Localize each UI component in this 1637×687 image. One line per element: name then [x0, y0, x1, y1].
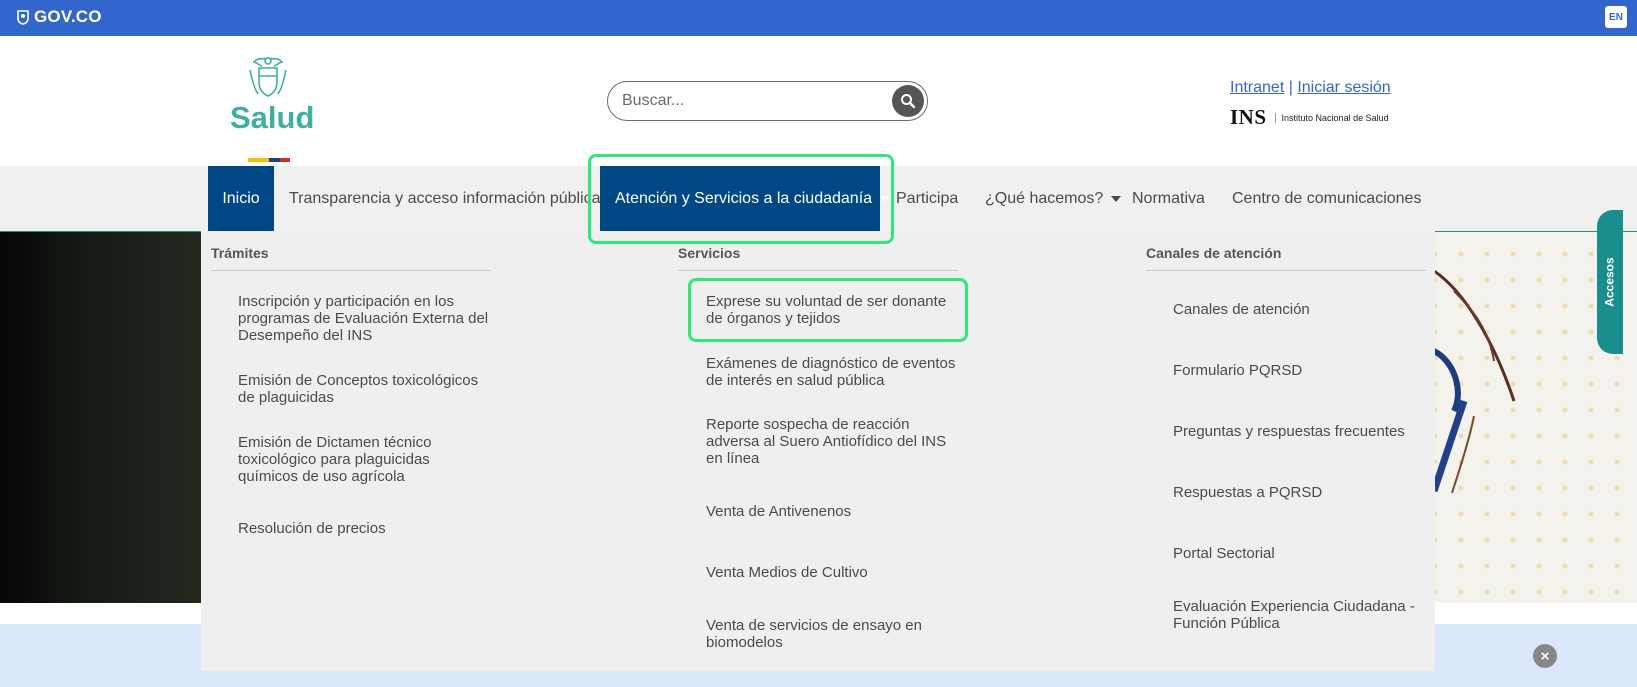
top-links: Intranet | Iniciar sesión	[1230, 79, 1391, 97]
canal-link[interactable]: Evaluación Experiencia Ciudadana - Funci…	[1173, 598, 1428, 632]
nav-inicio[interactable]: Inicio	[208, 166, 274, 231]
main-nav: Inicio Transparencia y acceso informació…	[0, 166, 1637, 231]
accesos-side-tab[interactable]: Accesos	[1597, 210, 1623, 354]
salud-wordmark: Salud	[230, 100, 315, 135]
servicio-link[interactable]: Venta Medios de Cultivo	[706, 564, 961, 581]
canales-heading: Canales de atención	[1146, 245, 1282, 261]
nav-centro-label: Centro de comunicaciones	[1232, 189, 1422, 207]
servicio-link[interactable]: Venta de servicios de ensayo en biomodel…	[706, 617, 961, 651]
search-button[interactable]	[892, 85, 924, 117]
colombia-flag-stripe	[248, 158, 290, 162]
link-separator: |	[1288, 79, 1293, 96]
nav-normativa-label: Normativa	[1132, 189, 1205, 207]
servicios-heading: Servicios	[678, 245, 741, 261]
nav-inicio-label: Inicio	[222, 189, 260, 207]
tramite-link[interactable]: Resolución de precios	[238, 520, 493, 537]
nav-participa-label: Participa	[896, 189, 959, 207]
servicio-link[interactable]: Venta de Antivenenos	[706, 503, 961, 520]
search-input[interactable]	[622, 90, 882, 112]
canal-link[interactable]: Portal Sectorial	[1173, 545, 1428, 562]
intranet-link[interactable]: Intranet	[1230, 79, 1284, 96]
mega-menu-panel: Trámites Inscripción y participación en …	[201, 231, 1435, 671]
nav-centro-comunicaciones[interactable]: Centro de comunicaciones	[1232, 166, 1421, 231]
servicio-link[interactable]: Exprese su voluntad de ser donante de ór…	[706, 293, 961, 327]
servicios-rule	[678, 270, 958, 271]
tramite-link[interactable]: Inscripción y participación en los progr…	[238, 293, 493, 344]
hero-image-left	[0, 231, 202, 603]
caret-down-icon	[880, 195, 891, 202]
search-icon	[901, 94, 916, 109]
tramite-link[interactable]: Emisión de Conceptos toxicológicos de pl…	[238, 372, 493, 406]
servicio-link[interactable]: Reporte sospecha de reacción adversa al …	[706, 416, 961, 467]
canales-rule	[1146, 270, 1426, 271]
coat-of-arms-icon	[249, 57, 287, 97]
gov-co-logo[interactable]: GOV.CO	[16, 7, 102, 27]
ins-logo[interactable]: INS Instituto Nacional de Salud	[1230, 105, 1389, 130]
login-link[interactable]: Iniciar sesión	[1297, 79, 1390, 96]
canal-link[interactable]: Preguntas y respuestas frecuentes	[1173, 423, 1428, 440]
caret-down-icon	[1111, 195, 1122, 202]
nav-que-hacemos-label: ¿Qué hacemos?	[985, 189, 1104, 207]
canal-link[interactable]: Respuestas a PQRSD	[1173, 484, 1428, 501]
ins-logo-name: Instituto Nacional de Salud	[1274, 112, 1389, 123]
language-toggle[interactable]: EN	[1605, 6, 1627, 28]
nav-normativa[interactable]: Normativa	[1132, 166, 1205, 231]
gov-co-brand: GOV.CO	[34, 7, 102, 26]
search-box	[607, 81, 928, 121]
tramites-rule	[211, 270, 491, 271]
close-icon[interactable]: ×	[1533, 644, 1557, 668]
accesos-label: Accesos	[1603, 257, 1617, 307]
tramite-link[interactable]: Emisión de Dictamen técnico toxicológico…	[238, 434, 493, 485]
site-header: Salud Intranet | Iniciar sesión INS Inst…	[0, 36, 1637, 166]
nav-atencion-servicios[interactable]: Atención y Servicios a la ciudadanía	[600, 166, 891, 231]
salud-logo[interactable]: Salud	[228, 54, 314, 164]
nav-participa[interactable]: Participa	[896, 166, 958, 231]
colombia-shield-icon	[17, 10, 29, 25]
nav-que-hacemos[interactable]: ¿Qué hacemos?	[985, 166, 1122, 231]
canal-link[interactable]: Formulario PQRSD	[1173, 362, 1428, 379]
canal-link[interactable]: Canales de atención	[1173, 301, 1428, 318]
nav-transparencia[interactable]: Transparencia y acceso información públi…	[289, 166, 601, 231]
nav-transparencia-label: Transparencia y acceso información públi…	[289, 189, 601, 207]
servicio-link[interactable]: Exámenes de diagnóstico de eventos de in…	[706, 355, 961, 389]
nav-atencion-label: Atención y Servicios a la ciudadanía	[615, 189, 873, 207]
ins-logo-mark: INS	[1230, 105, 1267, 129]
gov-bar: GOV.CO EN	[0, 0, 1637, 36]
tramites-heading: Trámites	[211, 245, 269, 261]
